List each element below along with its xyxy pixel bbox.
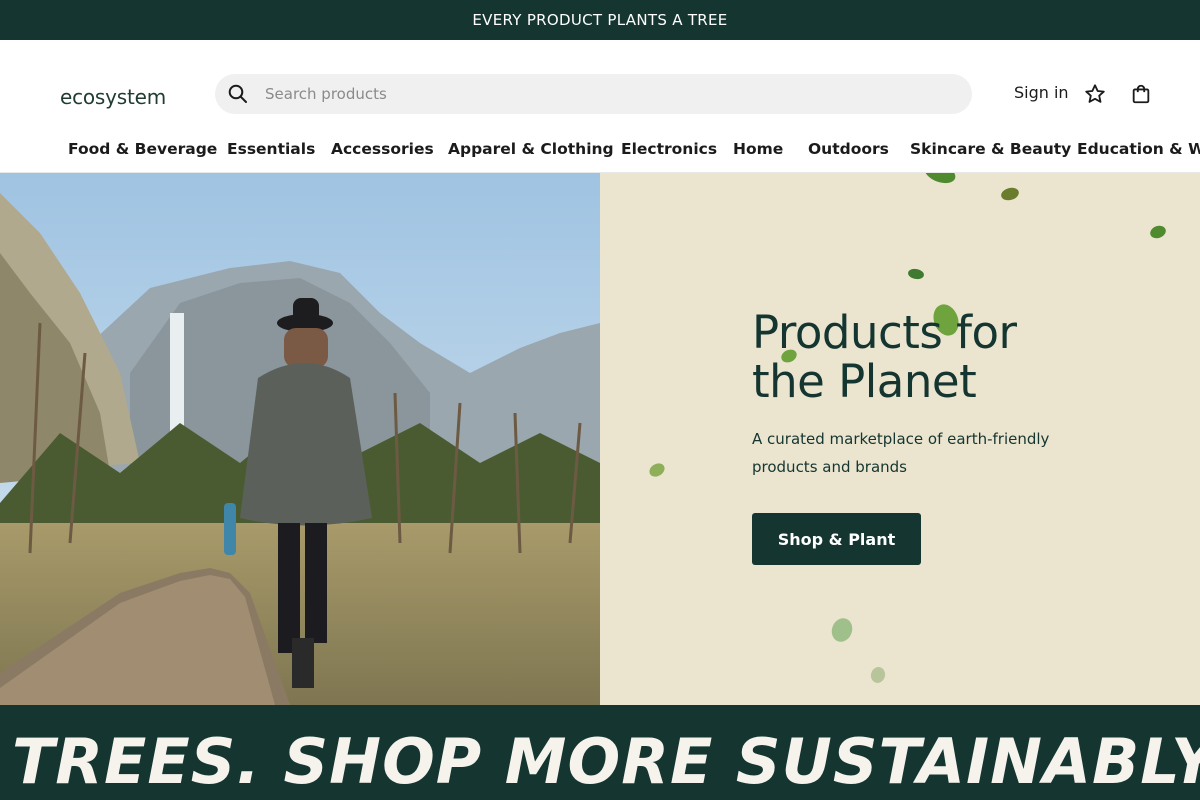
nav-item-skincare-beauty[interactable]: Skincare & Beauty	[910, 140, 1071, 158]
hero-image	[0, 173, 600, 705]
sign-in-link[interactable]: Sign in	[1014, 83, 1069, 102]
announcement-text: EVERY PRODUCT PLANTS A TREE	[472, 11, 728, 29]
category-nav: Food & Beverage Essentials Accessories A…	[0, 133, 1200, 173]
nav-item-apparel-clothing[interactable]: Apparel & Clothing	[448, 140, 614, 158]
search-icon[interactable]	[227, 83, 249, 105]
nav-item-essentials[interactable]: Essentials	[227, 140, 315, 158]
hero-title: Products for the Planet	[752, 306, 1017, 408]
nav-item-home[interactable]: Home	[733, 140, 783, 158]
hero-section: Products for the Planet A curated market…	[0, 173, 1200, 705]
hero-subtitle: A curated marketplace of earth-friendly …	[752, 430, 1050, 476]
bag-icon[interactable]	[1129, 82, 1153, 106]
marquee-banner: TREES. SHOP MORE SUSTAINABLY. PL	[0, 705, 1200, 800]
logo[interactable]: ecosystem	[60, 85, 166, 109]
nav-item-accessories[interactable]: Accessories	[331, 140, 434, 158]
marquee-text: TREES. SHOP MORE SUSTAINABLY. PL	[12, 725, 1200, 798]
star-icon[interactable]	[1083, 82, 1107, 106]
search-bar[interactable]	[215, 74, 972, 114]
site-header: ecosystem Sign in	[0, 40, 1200, 133]
nav-item-outdoors[interactable]: Outdoors	[808, 140, 889, 158]
search-input[interactable]	[265, 85, 865, 103]
nav-item-electronics[interactable]: Electronics	[621, 140, 717, 158]
hero-content: Products for the Planet A curated market…	[600, 173, 1200, 705]
nav-item-education-wellness[interactable]: Education & Well	[1077, 140, 1200, 158]
shop-and-plant-button[interactable]: Shop & Plant	[752, 513, 921, 565]
announcement-bar: EVERY PRODUCT PLANTS A TREE	[0, 0, 1200, 40]
nav-item-food-beverage[interactable]: Food & Beverage	[68, 140, 217, 158]
